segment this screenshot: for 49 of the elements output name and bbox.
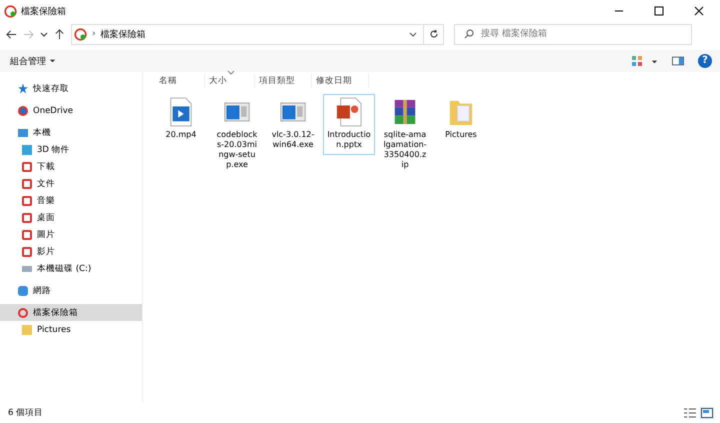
sidebar-item[interactable]: 影片 [0,243,142,260]
file-item[interactable]: Introduction.pptx [323,94,375,155]
file-item[interactable]: codeblocks-20.03mingw-setup.exe [211,94,263,175]
large-icons-view-icon[interactable] [700,407,714,419]
back-arrow-icon[interactable] [6,28,17,40]
sidebar-item[interactable]: 圖片 [0,226,142,243]
up-arrow-icon[interactable] [54,28,65,40]
details-view-icon[interactable] [683,407,697,419]
vault-icon [74,28,87,40]
sidebar-item[interactable]: 本機磁碟 (C:) [0,260,142,277]
sidebar-item[interactable]: 本機 [0,124,142,141]
sidebar-item[interactable]: 文件 [0,175,142,192]
sidebar-item[interactable]: 桌面 [0,209,142,226]
file-item[interactable]: vlc-3.0.12-win64.exe [267,94,319,155]
item-count: 6 個項目 [8,407,44,419]
refresh-icon [428,29,438,39]
sidebar-item[interactable]: Pictures [0,321,142,338]
column-header[interactable]: 修改日期 [312,74,369,88]
column-header[interactable]: 項目類型 [255,74,312,88]
view-options-icon[interactable] [631,55,643,67]
search-field[interactable]: 搜尋 檔案保險箱 [454,24,692,44]
caret-icon [48,56,56,64]
sidebar-item[interactable]: 音樂 [0,192,142,209]
help-button[interactable]: ? [698,54,712,68]
sidebar-item[interactable]: OneDrive [0,102,142,119]
vault-icon [4,4,17,18]
chevron-down-icon[interactable] [40,30,48,38]
dropdown-caret-icon[interactable] [651,58,658,64]
presentation-file-icon [336,97,362,127]
archive-books-icon [392,97,418,127]
file-item[interactable]: sqlite-amalgamation-3350400.zip [379,94,431,175]
close-icon[interactable] [694,6,704,16]
chevron-down-icon[interactable] [409,30,417,38]
column-header[interactable]: 名稱 [155,74,205,88]
address-bar[interactable]: › 檔案保險箱 [71,24,424,44]
maximize-icon[interactable] [654,6,664,16]
file-item[interactable]: Pictures [435,94,487,145]
organize-button[interactable]: 組合管理 [10,54,56,68]
sidebar-item[interactable]: 網路 [0,282,142,299]
file-item[interactable]: 20.mp4 [155,94,207,145]
window-title: 檔案保險箱 [21,5,66,18]
sidebar-item[interactable]: 下載 [0,158,142,175]
refresh-button[interactable] [423,24,444,44]
sidebar-item[interactable]: 3D 物件 [0,141,142,158]
preview-pane-icon[interactable] [672,55,684,67]
search-icon [464,28,474,38]
sidebar-item[interactable]: 快速存取 [0,80,142,97]
video-file-icon [168,97,194,127]
sidebar-item[interactable]: 檔案保險箱 [0,304,142,321]
